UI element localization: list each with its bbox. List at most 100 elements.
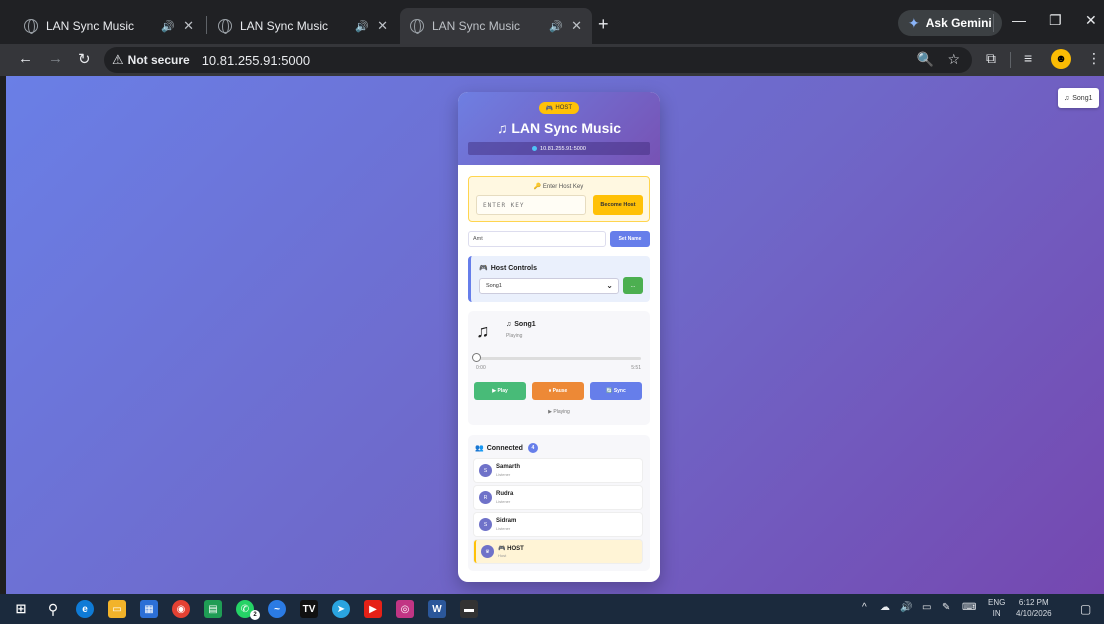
windows-start-icon[interactable]: ⊞ xyxy=(12,600,30,618)
forward-icon[interactable]: → xyxy=(48,50,63,67)
show-hidden-icons[interactable]: ^ xyxy=(862,602,867,613)
lens-icon[interactable]: ⧉ xyxy=(986,50,996,67)
warning-icon[interactable]: ⚠ xyxy=(112,52,124,68)
close-tab-icon[interactable]: ✕ xyxy=(571,18,582,34)
profile-avatar-icon[interactable]: ☻ xyxy=(1051,49,1071,69)
speaker-icon[interactable]: 🔊 xyxy=(161,20,175,33)
seek-bar[interactable] xyxy=(476,357,641,360)
gamepad-icon: 🎮 xyxy=(545,105,554,112)
minimize-icon[interactable]: — xyxy=(1012,12,1026,28)
clock[interactable]: 6:12 PM 4/10/2026 xyxy=(1016,597,1052,619)
server-address: 10.81.255.91:5000 xyxy=(540,145,586,152)
clock-date: 4/10/2026 xyxy=(1016,609,1052,618)
now-playing-song: Song1 xyxy=(1072,94,1093,102)
duration-time: 5:51 xyxy=(631,365,641,371)
volume-icon[interactable]: 🔊 xyxy=(900,602,912,613)
tradingview-icon[interactable]: TV xyxy=(300,600,318,618)
toolbar-divider xyxy=(1010,52,1011,68)
sparkle-icon: ✦ xyxy=(908,14,920,31)
song-select-value: Song1 xyxy=(486,283,502,289)
bookmark-star-icon[interactable]: ☆ xyxy=(947,51,960,68)
pause-button[interactable]: ⏸ Pause xyxy=(532,382,584,400)
set-name-button[interactable]: Set Name xyxy=(610,231,650,247)
host-key-label-text: Enter Host Key xyxy=(542,184,584,190)
user-name: Samarth xyxy=(496,464,521,470)
host-controls-title-text: Host Controls xyxy=(490,264,537,272)
notification-icon[interactable]: ▢ xyxy=(1080,602,1091,616)
chrome-divider xyxy=(993,14,994,32)
terminal-icon[interactable]: ▬ xyxy=(460,600,478,618)
connected-count-badge: 4 xyxy=(527,443,538,453)
key-icon: 🔑 xyxy=(533,184,543,190)
whatsapp-badge: 2 xyxy=(250,610,260,620)
new-tab-button[interactable]: + xyxy=(598,15,609,33)
pen-icon[interactable]: ✎ xyxy=(942,602,950,613)
instagram-icon[interactable]: ◎ xyxy=(396,600,414,618)
clock-time: 6:12 PM xyxy=(1018,598,1049,607)
close-tab-icon[interactable]: ✕ xyxy=(377,18,388,34)
host-controls-panel: 🎮 Host Controls Song1 ⌄ ... xyxy=(468,256,650,302)
browser-tab-2[interactable]: LAN Sync Music 🔊 ✕ xyxy=(208,8,398,44)
back-icon[interactable]: ← xyxy=(18,50,33,67)
song-title-text: Song1 xyxy=(514,321,536,328)
security-status[interactable]: Not secure xyxy=(128,53,190,67)
chrome-icon[interactable]: ◉ xyxy=(172,600,190,618)
play-button[interactable]: ▶ Play xyxy=(474,382,526,400)
user-role: Listener xyxy=(496,499,511,504)
menu-kebab-icon[interactable]: ⋮ xyxy=(1087,50,1101,67)
sync-button[interactable]: 🔄 Sync xyxy=(590,382,642,400)
language-indicator[interactable]: ENG IN xyxy=(988,597,1005,619)
zoom-icon[interactable]: 🔍 xyxy=(917,51,934,68)
user-item: S Samarth Listener xyxy=(474,459,642,482)
load-song-button[interactable]: ... xyxy=(623,277,643,294)
host-key-input[interactable] xyxy=(476,195,586,215)
music-note-icon: ♫ xyxy=(506,321,512,328)
connected-title-text: Connected xyxy=(486,444,523,452)
reading-list-icon[interactable]: ≡ xyxy=(1024,50,1032,66)
address-bar[interactable]: ⚠ Not secure 10.81.255.91:5000 🔍 ☆ xyxy=(104,47,972,73)
word-icon[interactable]: W xyxy=(428,600,446,618)
reload-icon[interactable]: ↻ xyxy=(78,50,91,68)
network-icon[interactable]: ▭ xyxy=(922,602,931,613)
app-header: 🎮 HOST ♫ LAN Sync Music 10.81.255.91:500… xyxy=(458,92,660,165)
song-select[interactable]: Song1 ⌄ xyxy=(479,278,619,294)
file-explorer-icon[interactable]: ▭ xyxy=(108,600,126,618)
chevron-down-icon: ⌄ xyxy=(606,281,613,290)
host-avatar: ♛ xyxy=(481,545,494,558)
music-note-icon: ♫ xyxy=(1064,94,1070,102)
close-tab-icon[interactable]: ✕ xyxy=(183,18,194,34)
youtube-icon[interactable]: ▶ xyxy=(364,600,382,618)
seek-handle[interactable] xyxy=(472,353,481,362)
url-text[interactable]: 10.81.255.91:5000 xyxy=(202,53,310,68)
now-playing-chip: ♫ Song1 xyxy=(1058,88,1099,108)
elapsed-time: 0:00 xyxy=(476,365,486,371)
restore-icon[interactable]: ❐ xyxy=(1049,12,1062,29)
user-role: Listener xyxy=(496,472,511,477)
search-icon[interactable]: ⚲ xyxy=(44,600,62,618)
become-host-button[interactable]: Become Host xyxy=(593,195,643,215)
speaker-icon[interactable]: 🔊 xyxy=(549,20,563,33)
player-panel: ♫ ♫ Song1 Playing 0:00 5:51 ▶ Play ⏸ Pau… xyxy=(468,311,650,425)
language-top: ENG xyxy=(988,598,1006,607)
onedrive-icon[interactable]: ☁ xyxy=(880,602,890,613)
telegram-icon[interactable]: ➤ xyxy=(332,600,350,618)
close-window-icon[interactable]: ✕ xyxy=(1085,12,1097,29)
music-notes-icon: ♫ xyxy=(496,120,512,136)
ask-gemini-button[interactable]: ✦ Ask Gemini xyxy=(898,10,1002,36)
globe-icon xyxy=(24,19,38,34)
name-input[interactable] xyxy=(468,231,606,247)
user-item: S Sidram Listener xyxy=(474,513,642,536)
store-icon[interactable]: ▦ xyxy=(140,600,158,618)
user-avatar: S xyxy=(479,518,492,531)
messenger-icon[interactable]: ~ xyxy=(268,600,286,618)
speaker-icon[interactable]: 🔊 xyxy=(355,20,369,33)
gamepad-icon: 🎮 xyxy=(498,546,508,552)
browser-tab-1[interactable]: LAN Sync Music 🔊 ✕ xyxy=(14,8,204,44)
keyboard-icon[interactable]: ⌨ xyxy=(962,602,976,613)
spreadsheet-icon[interactable]: ▤ xyxy=(204,600,222,618)
browser-tab-3-active[interactable]: LAN Sync Music 🔊 ✕ xyxy=(400,8,592,44)
playback-state: ▶ Playing xyxy=(548,409,570,415)
role-badge-label: HOST xyxy=(555,105,573,111)
edge-icon[interactable]: e xyxy=(76,600,94,618)
language-bottom: IN xyxy=(992,609,1001,618)
